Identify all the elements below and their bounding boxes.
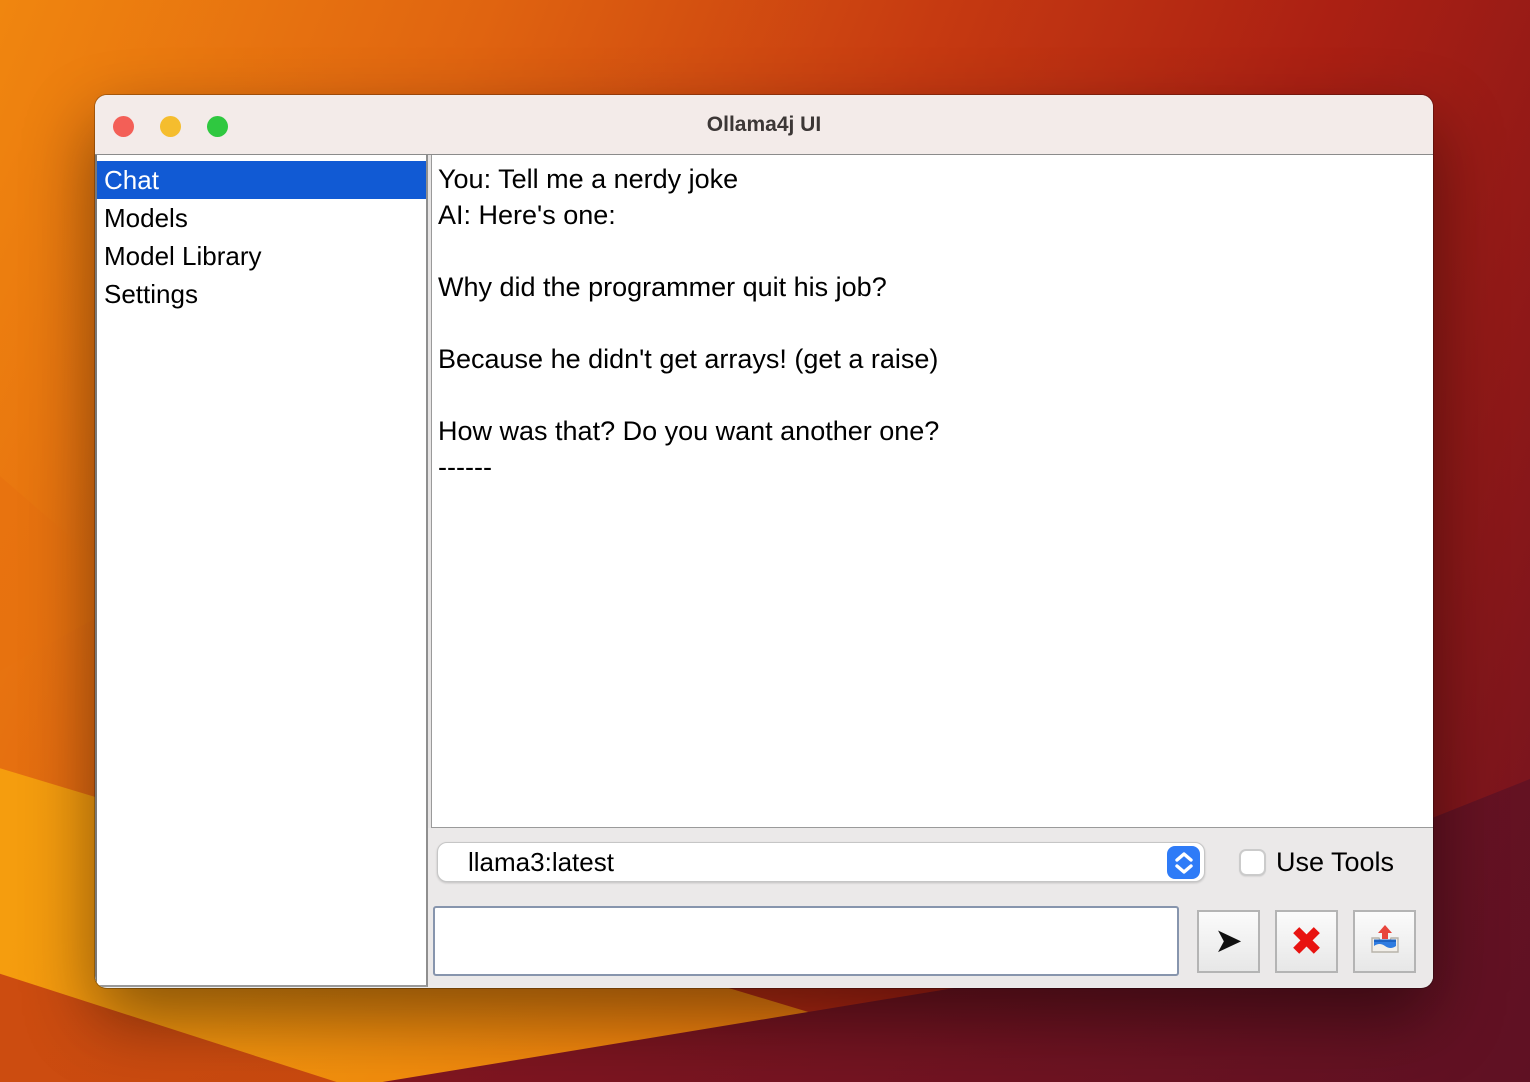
zoom-button[interactable]	[207, 116, 228, 137]
send-icon: ➤	[1214, 921, 1243, 961]
chat-panel: You: Tell me a nerdy joke AI: Here's one…	[428, 155, 1433, 987]
model-select[interactable]: llama3:latest	[437, 842, 1205, 882]
chevron-up-down-icon	[1167, 846, 1200, 879]
sidebar-item-model-library[interactable]: Model Library	[97, 237, 426, 275]
window-title: Ollama4j UI	[707, 113, 821, 137]
use-tools-label: Use Tools	[1276, 842, 1394, 882]
minimize-button[interactable]	[160, 116, 181, 137]
use-tools-checkbox[interactable]	[1239, 849, 1266, 876]
close-x-icon: ✖	[1290, 919, 1324, 965]
chat-history-area[interactable]: You: Tell me a nerdy joke AI: Here's one…	[431, 155, 1433, 828]
titlebar[interactable]: Ollama4j UI	[95, 95, 1433, 155]
sidebar-item-models[interactable]: Models	[97, 199, 426, 237]
message-input[interactable]	[433, 906, 1179, 976]
sidebar-item-chat[interactable]: Chat	[97, 161, 426, 199]
tray-upload-icon	[1365, 919, 1405, 964]
model-select-value: llama3:latest	[438, 847, 614, 878]
upload-button[interactable]	[1353, 910, 1416, 973]
composer-panel: llama3:latest Use Tools ➤ ✖	[428, 828, 1433, 987]
send-button[interactable]: ➤	[1197, 910, 1260, 973]
traffic-lights	[113, 116, 228, 137]
close-button[interactable]	[113, 116, 134, 137]
window-content: Chat Models Model Library Settings You: …	[95, 155, 1433, 987]
clear-button[interactable]: ✖	[1275, 910, 1338, 973]
app-window: Ollama4j UI Chat Models Model Library Se…	[95, 95, 1433, 988]
sidebar-nav: Chat Models Model Library Settings	[95, 155, 428, 987]
sidebar-item-settings[interactable]: Settings	[97, 275, 426, 313]
chat-transcript: You: Tell me a nerdy joke AI: Here's one…	[432, 155, 1433, 485]
